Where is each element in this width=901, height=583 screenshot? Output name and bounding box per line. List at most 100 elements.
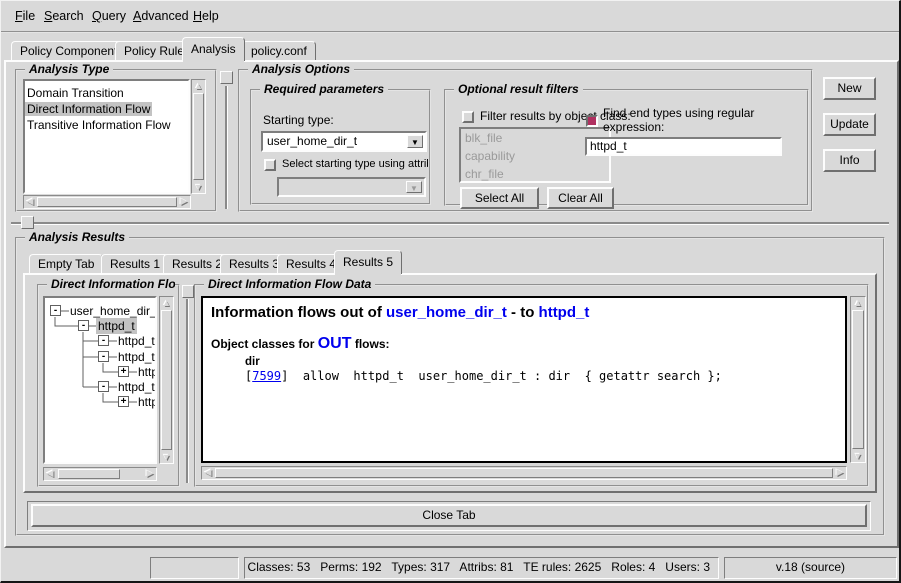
analysis-type-hscrollbar[interactable]: ◀ ▶ bbox=[23, 195, 191, 209]
scroll-up-icon[interactable]: ▲ bbox=[192, 80, 205, 92]
menu-search[interactable]: Search bbox=[44, 9, 84, 23]
scroll-up-icon[interactable]: ▲ bbox=[851, 297, 865, 309]
tree-expander[interactable]: - bbox=[98, 335, 109, 346]
flow-heading-prefix: Information flows out of bbox=[211, 304, 386, 321]
tree-node-label[interactable]: httpd_tmp_t bbox=[116, 349, 157, 365]
required-parameters-title: Required parameters bbox=[260, 82, 388, 96]
rule-id-link[interactable]: 7599 bbox=[252, 369, 281, 383]
analysis-type-title: Analysis Type bbox=[25, 62, 113, 76]
tree-node-label[interactable]: httpd_t bbox=[136, 364, 157, 380]
scroll-down-icon[interactable]: ▼ bbox=[851, 450, 865, 462]
tab-policy-conf[interactable]: policy.conf bbox=[242, 41, 316, 60]
starting-type-combobox[interactable]: user_home_dir_t ▼ bbox=[261, 131, 427, 152]
list-item[interactable]: Domain Transition bbox=[25, 86, 126, 100]
status-empty-panel bbox=[150, 557, 239, 579]
tree-expander[interactable]: - bbox=[50, 305, 61, 316]
info-button[interactable]: Info bbox=[823, 149, 876, 172]
tree-expander[interactable]: - bbox=[78, 320, 89, 331]
flow-heading-mid: - to bbox=[507, 304, 539, 321]
regex-entry[interactable]: httpd_t bbox=[585, 137, 782, 156]
flow-heading: Information flows out of user_home_dir_t… bbox=[211, 304, 845, 321]
pane-sash-line[interactable] bbox=[225, 86, 227, 209]
scroll-left-icon[interactable]: ◀ bbox=[24, 196, 36, 208]
list-item-selected[interactable]: Direct Information Flow bbox=[25, 102, 152, 116]
clear-all-button[interactable]: Clear All bbox=[547, 187, 614, 209]
attrib-checkbox-label[interactable]: Select starting type using attrib: bbox=[282, 158, 428, 170]
starting-type-value: user_home_dir_t bbox=[267, 134, 357, 148]
tab-analysis[interactable]: Analysis bbox=[182, 37, 245, 61]
analysis-results-title: Analysis Results bbox=[25, 230, 129, 244]
regex-entry-value: httpd_t bbox=[590, 139, 627, 153]
regex-checkbox-label[interactable]: Find end types using regular expression: bbox=[603, 106, 789, 134]
pane-sash-handle[interactable] bbox=[220, 71, 233, 84]
close-tab-button[interactable]: Close Tab bbox=[31, 504, 867, 527]
tree-node-label-selected[interactable]: httpd_t bbox=[96, 318, 137, 334]
tree-expander[interactable]: - bbox=[98, 351, 109, 362]
menu-help[interactable]: Help bbox=[193, 9, 219, 23]
scroll-right-icon[interactable]: ▶ bbox=[178, 196, 190, 208]
rule-text: ] allow httpd_t user_home_dir_t : dir { … bbox=[281, 369, 722, 383]
attrib-checkbox[interactable] bbox=[264, 159, 276, 171]
starting-type-label: Starting type: bbox=[263, 113, 334, 127]
flow-data-vscrollbar[interactable]: ▲ ▼ bbox=[850, 296, 866, 463]
results-tab-empty[interactable]: Empty Tab bbox=[29, 254, 103, 273]
object-class-checkbox[interactable] bbox=[462, 111, 474, 123]
flow-source-type: user_home_dir_t bbox=[386, 304, 507, 321]
menu-query[interactable]: Query bbox=[92, 9, 126, 23]
object-classes-line: Object classes for OUT flows: bbox=[211, 335, 845, 353]
optional-filters-title: Optional result filters bbox=[454, 82, 583, 96]
scroll-right-icon[interactable]: ▶ bbox=[144, 468, 156, 480]
results-sash-line[interactable] bbox=[11, 222, 889, 224]
flow-direction-label: OUT bbox=[318, 335, 352, 352]
tree-expander[interactable]: + bbox=[118, 396, 129, 407]
flow-data-title: Direct Information Flow Data bbox=[204, 277, 375, 291]
status-version: v.18 (source) bbox=[724, 557, 897, 579]
update-button[interactable]: Update bbox=[823, 113, 876, 136]
scroll-left-icon[interactable]: ◀ bbox=[44, 468, 56, 480]
select-all-button[interactable]: Select All bbox=[460, 187, 539, 209]
scroll-up-icon[interactable]: ▲ bbox=[160, 297, 173, 309]
results-tab-5[interactable]: Results 5 bbox=[334, 250, 402, 274]
combobox-arrow-icon: ▼ bbox=[406, 181, 422, 193]
flow-tree[interactable]: - user_home_dir_t - httpd_t - httpd_t - … bbox=[43, 296, 157, 464]
list-item-disabled: chr_file bbox=[461, 165, 609, 183]
tree-node-label[interactable]: httpd_tmpfs_t bbox=[116, 379, 157, 395]
close-tab-frame: Close Tab bbox=[27, 501, 871, 531]
tree-expander[interactable]: + bbox=[118, 366, 129, 377]
flow-data-textarea[interactable]: Information flows out of user_home_dir_t… bbox=[201, 296, 847, 463]
tree-expander[interactable]: - bbox=[98, 381, 109, 392]
flow-target-type: httpd_t bbox=[539, 304, 590, 321]
apol-window: File Search Query Advanced Help Policy C… bbox=[0, 0, 901, 583]
tree-node-label[interactable]: httpd_t bbox=[116, 333, 157, 349]
scroll-right-icon[interactable]: ▶ bbox=[834, 467, 846, 479]
menu-bar: File Search Query Advanced Help bbox=[1, 1, 899, 33]
results-tab-1[interactable]: Results 1 bbox=[101, 254, 169, 273]
tree-node-label[interactable]: user_home_dir_t bbox=[68, 303, 157, 319]
attrib-combobox-disabled: ▼ bbox=[277, 177, 426, 197]
analysis-type-listbox[interactable]: Domain Transition Direct Information Flo… bbox=[23, 79, 190, 194]
object-classes-prefix: Object classes for bbox=[211, 337, 318, 351]
flow-tree-title: Direct Information Flow Tree bbox=[47, 277, 175, 291]
menu-file[interactable]: File bbox=[15, 9, 35, 23]
analysis-options-title: Analysis Options bbox=[248, 62, 354, 76]
analysis-type-vscrollbar[interactable]: ▲ ▼ bbox=[191, 79, 206, 194]
te-rule-line: [7599] allow httpd_t user_home_dir_t : d… bbox=[245, 369, 845, 383]
tree-data-sash-line[interactable] bbox=[186, 299, 188, 483]
scroll-left-icon[interactable]: ◀ bbox=[202, 467, 214, 479]
list-item[interactable]: Transitive Information Flow bbox=[25, 118, 173, 132]
tree-node-label[interactable]: httpd_t bbox=[136, 394, 157, 410]
flow-tree-hscrollbar[interactable]: ◀ ▶ bbox=[43, 467, 157, 481]
object-classes-suffix: flows: bbox=[352, 337, 390, 351]
scroll-down-icon[interactable]: ▼ bbox=[160, 451, 173, 463]
tree-data-sash-handle[interactable] bbox=[182, 285, 194, 298]
flow-data-hscrollbar[interactable]: ◀ ▶ bbox=[201, 466, 847, 480]
combobox-arrow-icon[interactable]: ▼ bbox=[407, 135, 423, 148]
scroll-down-icon[interactable]: ▼ bbox=[192, 181, 205, 193]
status-stats: Classes: 53 Perms: 192 Types: 317 Attrib… bbox=[244, 557, 719, 579]
regex-checkbox[interactable] bbox=[586, 115, 598, 127]
results-sash-handle[interactable] bbox=[21, 216, 34, 229]
flow-tree-vscrollbar[interactable]: ▲ ▼ bbox=[159, 296, 174, 464]
object-class-name: dir bbox=[245, 356, 845, 368]
menu-advanced[interactable]: Advanced bbox=[133, 9, 189, 23]
new-button[interactable]: New bbox=[823, 77, 876, 100]
